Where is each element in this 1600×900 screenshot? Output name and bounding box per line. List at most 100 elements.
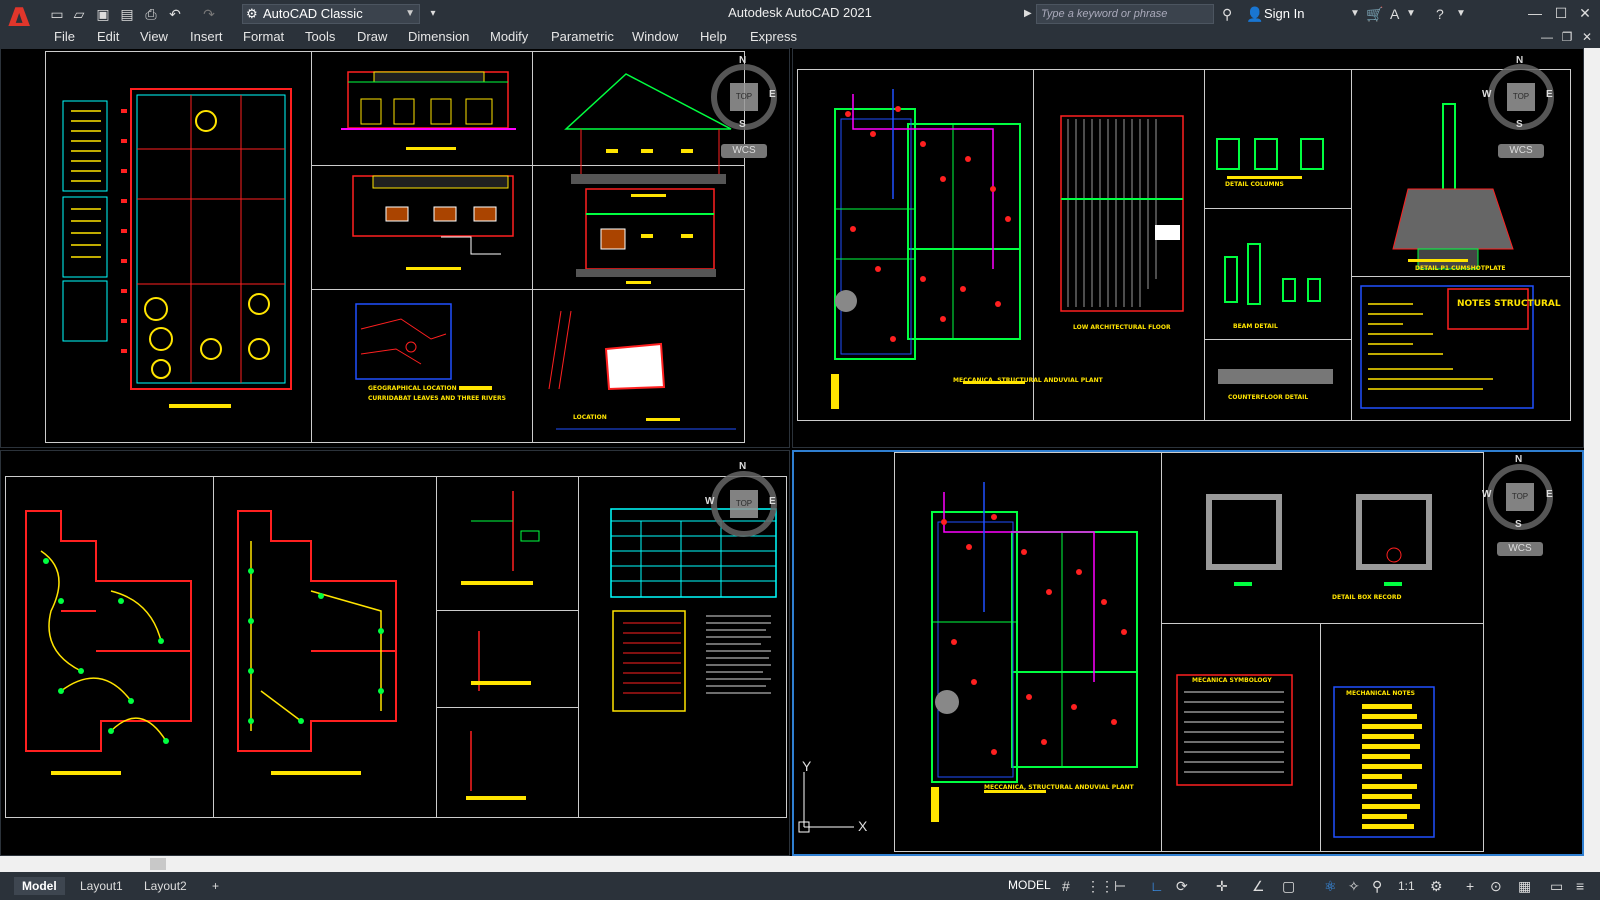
redo-icon[interactable]: ↷ — [200, 5, 218, 23]
compass-s[interactable]: S — [1515, 519, 1522, 530]
scale-label[interactable]: 1:1 — [1398, 876, 1415, 896]
annotation-icon[interactable]: ⚛ — [1324, 876, 1337, 896]
vertical-scrollbar[interactable] — [1584, 48, 1600, 856]
label-location: LOCATION — [573, 414, 607, 421]
doc-minimize-button[interactable]: — — [1536, 27, 1558, 47]
sign-in-link[interactable]: Sign In — [1264, 6, 1304, 21]
search-icon[interactable]: ⚲ — [1222, 5, 1232, 23]
hardware-accel-icon[interactable]: ▦ — [1518, 876, 1531, 896]
grid-icon[interactable]: # — [1062, 876, 1070, 896]
isolate-icon[interactable]: ⊙ — [1490, 876, 1502, 896]
viewport-top-right[interactable]: MECCANICA, STRUCTURAL ANDUVIAL PLANT LOW… — [792, 48, 1584, 448]
compass-n[interactable]: N — [739, 461, 746, 472]
scrollbar-thumb[interactable] — [150, 858, 166, 870]
customize-menu-icon[interactable]: ≡ — [1576, 876, 1584, 896]
menu-insert[interactable]: Insert — [190, 29, 223, 44]
compass-n[interactable]: N — [1516, 55, 1523, 66]
add-layout-button[interactable]: + — [204, 877, 227, 895]
menu-tools[interactable]: Tools — [305, 29, 335, 44]
viewcube-top-face[interactable]: TOP — [1506, 483, 1534, 511]
plus-icon[interactable]: + — [1466, 876, 1474, 896]
polar-icon[interactable]: ⟳ — [1176, 876, 1188, 896]
angle-icon[interactable]: ∠ — [1252, 876, 1265, 896]
wcs-menu[interactable]: WCS — [1498, 144, 1544, 158]
workspace-dropdown[interactable]: ⚙ AutoCAD Classic ▼ — [242, 4, 420, 24]
search-input[interactable]: Type a keyword or phrase — [1036, 4, 1214, 24]
expand-arrow-icon[interactable]: ▶ — [1024, 5, 1032, 23]
compass-s[interactable]: S — [739, 119, 746, 130]
chevron-down-icon[interactable]: ▼ — [1406, 5, 1416, 23]
label-low-arch: LOW ARCHITECTURAL FLOOR — [1073, 324, 1171, 331]
new-file-icon[interactable]: ▭ — [48, 5, 66, 23]
compass-w[interactable]: W — [1482, 89, 1491, 100]
selection-icon[interactable]: ▢ — [1282, 876, 1295, 896]
save-as-icon[interactable]: ▤ — [118, 5, 136, 23]
snap-icon[interactable]: ⋮⋮ — [1086, 876, 1114, 896]
user-icon: 👤 — [1246, 6, 1264, 22]
label-beam-detail: BEAM DETAIL — [1233, 323, 1278, 330]
horizontal-scrollbar[interactable] — [0, 856, 1600, 872]
label-plant: MECCANICA, STRUCTURAL ANDUVIAL PLANT — [984, 784, 1134, 791]
open-folder-icon[interactable]: ▱ — [70, 5, 88, 23]
annotate-visibility-icon[interactable]: ✧ — [1348, 876, 1360, 896]
menu-modify[interactable]: Modify — [490, 29, 528, 44]
viewcube-top-face[interactable]: TOP — [730, 83, 758, 111]
menu-express[interactable]: Express — [750, 29, 797, 44]
menu-file[interactable]: File — [54, 29, 75, 44]
compass-s[interactable]: S — [1516, 119, 1523, 130]
compass-w[interactable]: W — [1482, 489, 1491, 500]
compass-w[interactable]: W — [705, 496, 714, 507]
viewcube-top-face[interactable]: TOP — [1507, 83, 1535, 111]
infer-icon[interactable]: ⊢ — [1114, 876, 1126, 896]
compass-e[interactable]: E — [769, 89, 776, 100]
menu-view[interactable]: View — [140, 29, 168, 44]
print-icon[interactable]: ⎙ — [142, 5, 160, 23]
tab-model[interactable]: Model — [14, 877, 65, 895]
viewcube[interactable]: TOP — [711, 471, 777, 537]
cart-icon[interactable]: 🛒 — [1366, 5, 1383, 23]
ucs-y-label: Y — [802, 758, 812, 774]
autodesk-a360-icon[interactable]: A — [1390, 5, 1399, 23]
drawing-canvas[interactable]: GEOGRAPHICAL LOCATION CURRIDABAT LEAVES … — [0, 48, 1600, 856]
menu-draw[interactable]: Draw — [357, 29, 387, 44]
undo-icon[interactable]: ↶ — [166, 5, 184, 23]
chevron-down-icon[interactable]: ▼ — [1350, 5, 1360, 23]
viewport-bottom-right[interactable]: MECCANICA, STRUCTURAL ANDUVIAL PLANT DET… — [792, 450, 1584, 856]
compass-e[interactable]: E — [769, 496, 776, 507]
help-icon[interactable]: ? — [1436, 5, 1444, 23]
label-mech-notes: MECHANICAL NOTES — [1346, 690, 1415, 697]
save-icon[interactable]: ▣ — [94, 5, 112, 23]
maximize-button[interactable]: ☐ — [1550, 3, 1572, 23]
viewport-top-left[interactable]: GEOGRAPHICAL LOCATION CURRIDABAT LEAVES … — [0, 48, 790, 448]
viewport-bottom-left[interactable]: TOP N W E — [0, 450, 790, 856]
tab-layout1[interactable]: Layout1 — [72, 877, 131, 895]
close-button[interactable]: ✕ — [1574, 3, 1596, 23]
compass-n[interactable]: N — [739, 55, 746, 66]
model-space-button[interactable]: MODEL — [1008, 878, 1051, 892]
osnap-icon[interactable]: ✛ — [1216, 876, 1228, 896]
tab-layout2[interactable]: Layout2 — [136, 877, 195, 895]
menu-help[interactable]: Help — [700, 29, 727, 44]
doc-close-button[interactable]: ✕ — [1576, 27, 1598, 47]
clean-screen-icon[interactable]: ▭ — [1550, 876, 1563, 896]
viewcube-top-face[interactable]: TOP — [730, 490, 758, 518]
menu-parametric[interactable]: Parametric — [551, 29, 614, 44]
workspace-gear-icon[interactable]: ⚙ — [1430, 876, 1443, 896]
compass-n[interactable]: N — [1515, 454, 1522, 465]
doc-restore-button[interactable]: ❐ — [1556, 27, 1578, 47]
compass-e[interactable]: E — [1546, 489, 1553, 500]
label-detail-box: DETAIL BOX RECORD — [1332, 594, 1402, 601]
ortho-icon[interactable]: ∟ — [1150, 876, 1164, 896]
menu-dimension[interactable]: Dimension — [408, 29, 469, 44]
menu-window[interactable]: Window — [632, 29, 678, 44]
wcs-menu[interactable]: WCS — [721, 144, 767, 158]
menu-edit[interactable]: Edit — [97, 29, 119, 44]
minimize-button[interactable]: — — [1524, 3, 1546, 23]
menu-format[interactable]: Format — [243, 29, 284, 44]
customize-qat-icon[interactable]: ▾ — [424, 5, 442, 23]
chevron-down-icon[interactable]: ▼ — [1456, 5, 1466, 23]
compass-e[interactable]: E — [1546, 89, 1553, 100]
workspace-label: AutoCAD Classic — [263, 6, 363, 21]
annotation-scale-icon[interactable]: ⚲ — [1372, 876, 1382, 896]
wcs-menu[interactable]: WCS — [1497, 542, 1543, 556]
